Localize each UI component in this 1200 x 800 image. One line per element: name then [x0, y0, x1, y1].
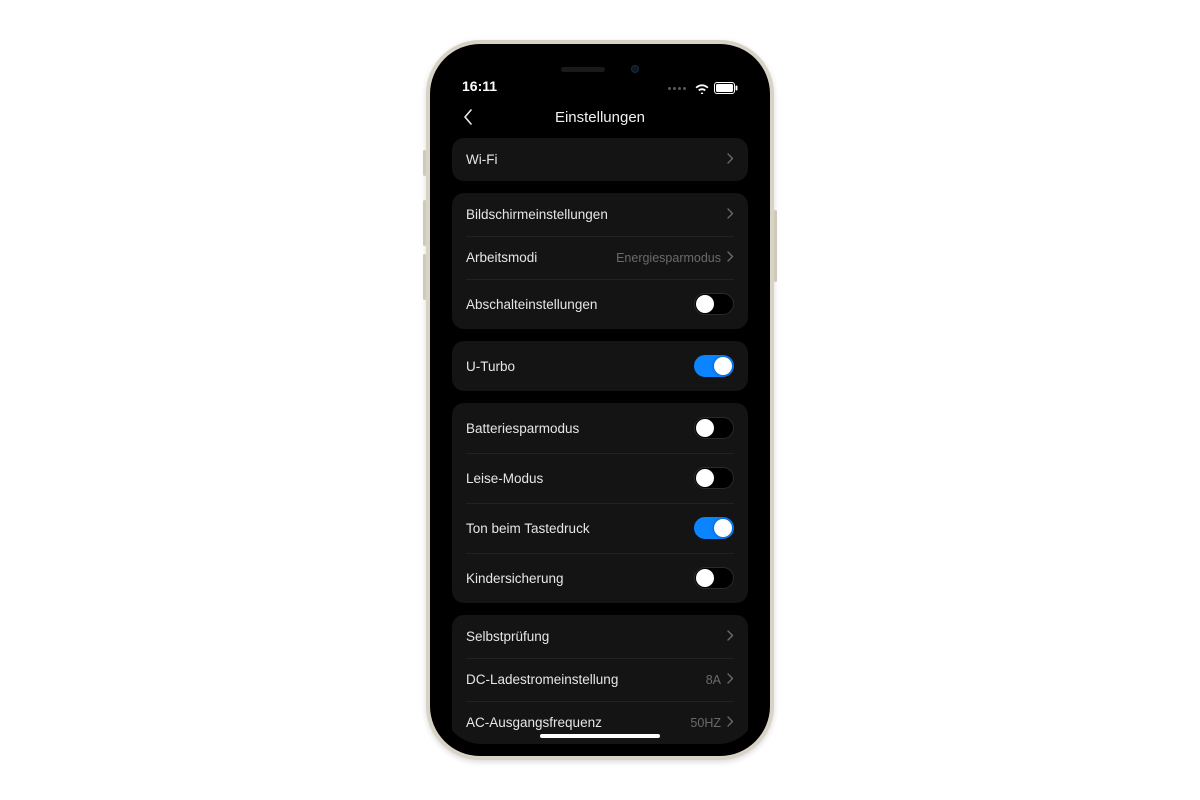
row-label: Ton beim Tastedruck	[466, 521, 694, 536]
settings-group: Batteriesparmodus Leise-Modus Ton beim T…	[452, 403, 748, 603]
carrier-dots-icon	[668, 87, 686, 90]
row-abschalteinstellungen: Abschalteinstellungen	[452, 279, 748, 329]
chevron-right-icon	[727, 250, 734, 265]
chevron-right-icon	[727, 207, 734, 222]
phone-frame: 16:11 Einstellungen	[426, 40, 774, 760]
row-u-turbo: U-Turbo	[452, 341, 748, 391]
toggle-batteriesparmodus[interactable]	[694, 417, 734, 439]
battery-icon	[714, 82, 738, 94]
row-label: Leise-Modus	[466, 471, 694, 486]
toggle-ton-beim-tastedruck[interactable]	[694, 517, 734, 539]
row-label: Bildschirmeinstellungen	[466, 207, 727, 222]
row-label: AC-Ausgangsfrequenz	[466, 715, 690, 730]
volume-up-button	[423, 200, 426, 246]
settings-group: Wi-Fi	[452, 138, 748, 181]
row-label: Batteriesparmodus	[466, 421, 694, 436]
settings-group: Bildschirmeinstellungen Arbeitsmodi Ener…	[452, 193, 748, 329]
page-header: Einstellungen	[442, 96, 758, 138]
row-label: Wi-Fi	[466, 152, 727, 167]
row-label: Kindersicherung	[466, 571, 694, 586]
row-label: U-Turbo	[466, 359, 694, 374]
volume-down-button	[423, 254, 426, 300]
row-label: Selbstprüfung	[466, 629, 727, 644]
wifi-icon	[694, 82, 710, 94]
row-label: Abschalteinstellungen	[466, 297, 694, 312]
status-time: 16:11	[462, 78, 497, 94]
row-selbstpruefung[interactable]: Selbstprüfung	[452, 615, 748, 658]
chevron-right-icon	[727, 629, 734, 644]
chevron-right-icon	[727, 152, 734, 167]
row-kindersicherung: Kindersicherung	[452, 553, 748, 603]
toggle-u-turbo[interactable]	[694, 355, 734, 377]
chevron-right-icon	[727, 672, 734, 687]
notch	[525, 56, 675, 82]
mute-switch	[423, 150, 426, 176]
row-value: Energiesparmodus	[616, 251, 721, 265]
chevron-right-icon	[727, 715, 734, 730]
row-value: 8A	[706, 673, 721, 687]
settings-list[interactable]: Wi-Fi Bildschirmeinstellungen Arbeitsmod…	[442, 138, 758, 744]
row-leise-modus: Leise-Modus	[452, 453, 748, 503]
row-ton-beim-tastedruck: Ton beim Tastedruck	[452, 503, 748, 553]
row-bildschirmeinstellungen[interactable]: Bildschirmeinstellungen	[452, 193, 748, 236]
toggle-kindersicherung[interactable]	[694, 567, 734, 589]
row-arbeitsmodi[interactable]: Arbeitsmodi Energiesparmodus	[452, 236, 748, 279]
row-wi-fi[interactable]: Wi-Fi	[452, 138, 748, 181]
page-title: Einstellungen	[555, 109, 645, 126]
home-indicator[interactable]	[540, 734, 660, 738]
toggle-abschalteinstellungen[interactable]	[694, 293, 734, 315]
settings-group: U-Turbo	[452, 341, 748, 391]
row-dc-ladestromeinstellung[interactable]: DC-Ladestromeinstellung 8A	[452, 658, 748, 701]
back-button[interactable]	[456, 105, 480, 129]
row-batteriesparmodus: Batteriesparmodus	[452, 403, 748, 453]
power-button	[774, 210, 777, 282]
toggle-leise-modus[interactable]	[694, 467, 734, 489]
row-label: DC-Ladestromeinstellung	[466, 672, 706, 687]
row-label: Arbeitsmodi	[466, 250, 616, 265]
settings-group: Selbstprüfung DC-Ladestromeinstellung 8A…	[452, 615, 748, 744]
screen: 16:11 Einstellungen	[442, 56, 758, 744]
row-value: 50HZ	[690, 716, 721, 730]
